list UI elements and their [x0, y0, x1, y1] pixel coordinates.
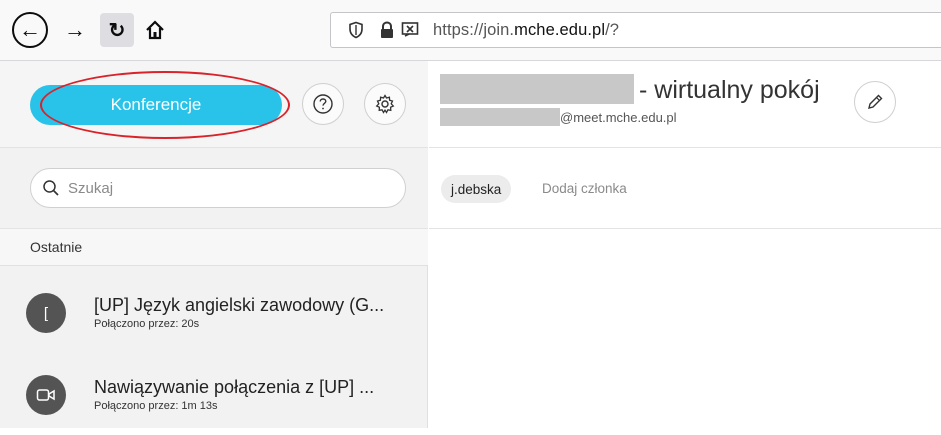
forward-button[interactable]: → — [58, 13, 92, 47]
recent-label: Ostatnie — [30, 239, 83, 255]
home-icon — [146, 20, 164, 40]
avatar — [26, 375, 66, 415]
room-header: - wirtualny pokój @meet.mche.edu.pl — [429, 61, 941, 148]
gear-icon — [375, 94, 395, 114]
members-row: j.debska Dodaj członka — [429, 148, 941, 229]
recent-item-subtitle: Połączono przez: 1m 13s — [94, 400, 218, 412]
sidebar: Konferencje Ostatnie [ — [0, 61, 428, 428]
search-box[interactable] — [30, 168, 406, 208]
reload-icon: ↻ — [108, 19, 126, 42]
url-text: https://join.mche.edu.pl/? — [433, 21, 619, 40]
help-button[interactable] — [302, 83, 344, 125]
browser-toolbar: ← → ↻ https://join.mche.edu.pl/? — [0, 0, 941, 61]
recent-section-header: Ostatnie — [0, 229, 428, 266]
redacted-name — [440, 74, 634, 104]
sidebar-header: Konferencje — [0, 61, 428, 148]
url-domain: mche.edu.pl — [514, 20, 606, 39]
recent-item[interactable]: [ [UP] Język angielski zawodowy (G... Po… — [0, 273, 428, 353]
room-title: - wirtualny pokój — [639, 76, 820, 104]
recent-item-title: Nawiązywanie połączenia z [UP] ... — [94, 377, 375, 397]
redacted-email-user — [440, 108, 560, 126]
video-camera-icon — [36, 389, 55, 401]
question-icon — [313, 94, 333, 114]
lock-icon — [381, 21, 393, 38]
recent-item[interactable]: Nawiązywanie połączenia z [UP] ... Połąc… — [0, 355, 428, 435]
avatar: [ — [26, 293, 66, 333]
shield-icon — [349, 21, 363, 39]
member-chip[interactable]: j.debska — [441, 175, 512, 203]
url-prefix: https://join. — [433, 20, 515, 39]
settings-button[interactable] — [364, 83, 406, 125]
reload-button[interactable]: ↻ — [100, 13, 134, 47]
url-suffix: /? — [605, 20, 620, 39]
recent-item-subtitle: Połączono przez: 20s — [94, 318, 200, 330]
conferences-button[interactable]: Konferencje — [30, 85, 282, 125]
edit-button[interactable] — [854, 81, 896, 123]
address-bar[interactable]: https://join.mche.edu.pl/? — [330, 12, 941, 48]
recent-item-title: [UP] Język angielski zawodowy (G... — [94, 295, 385, 315]
search-input[interactable] — [66, 178, 370, 198]
home-button[interactable] — [138, 13, 172, 47]
arrow-right-icon: → — [64, 17, 86, 42]
arrow-left-icon: ← — [19, 17, 41, 42]
pencil-icon — [868, 94, 883, 109]
back-button[interactable]: ← — [12, 12, 48, 48]
search-area — [0, 148, 428, 229]
add-member-link[interactable]: Dodaj członka — [542, 181, 627, 196]
room-email: @meet.mche.edu.pl — [560, 110, 677, 125]
permissions-icon[interactable] — [401, 21, 421, 39]
main-panel: - wirtualny pokój @meet.mche.edu.pl j.de… — [429, 61, 941, 428]
search-icon — [43, 180, 59, 196]
